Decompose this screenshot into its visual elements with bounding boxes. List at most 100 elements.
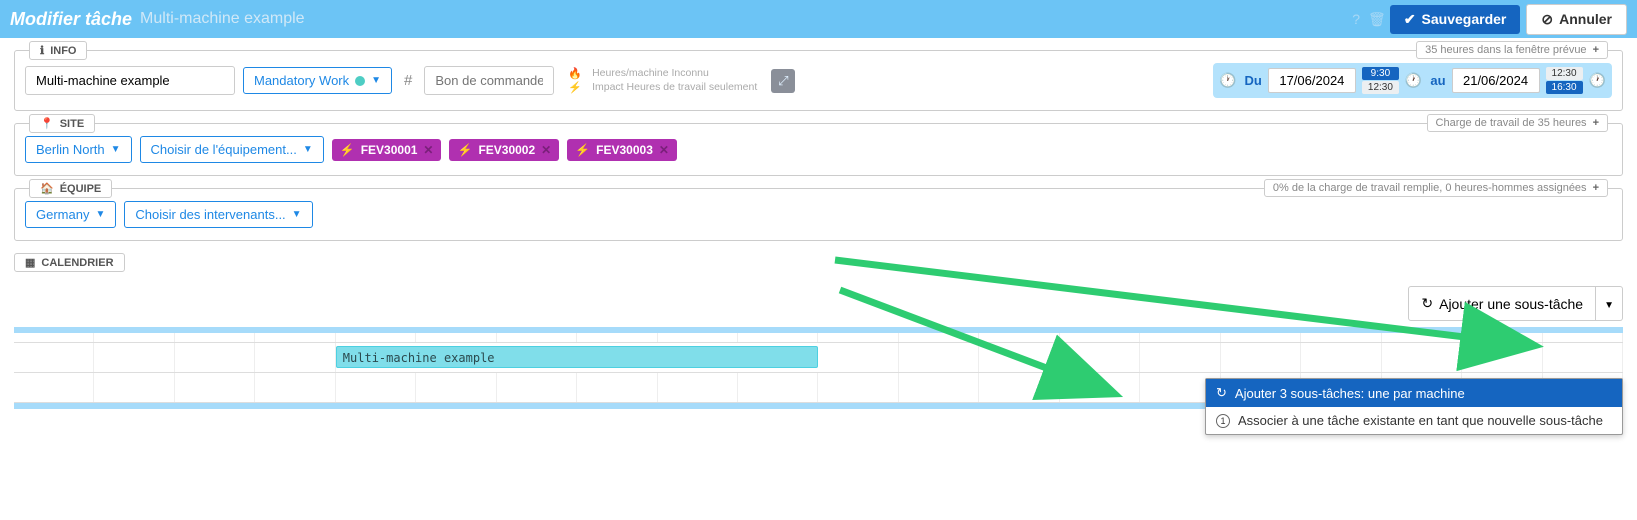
- location-label: Berlin North: [36, 142, 105, 157]
- equipment-tag[interactable]: ⚡ FEV30002 ✕: [449, 139, 559, 161]
- plus-icon[interactable]: +: [1593, 182, 1599, 194]
- impact-value: Heures de travail seulement: [627, 81, 758, 93]
- workers-select[interactable]: Choisir des intervenants... ▼: [124, 201, 312, 228]
- info-label-text: INFO: [50, 45, 76, 57]
- gantt-task-row[interactable]: Multi-machine example: [14, 343, 1623, 373]
- site-panel-label: 📍 SITE: [29, 114, 95, 133]
- bolt-icon: ⚡: [340, 143, 355, 157]
- caret-down-icon: ▼: [1604, 300, 1614, 311]
- hash-icon: #: [404, 72, 412, 89]
- plus-icon[interactable]: +: [1593, 44, 1599, 56]
- caret-down-icon: ▼: [111, 144, 121, 155]
- dropdown-item-link-existing[interactable]: 1 Associer à une tâche existante en tant…: [1206, 407, 1622, 434]
- workers-label: Choisir des intervenants...: [135, 207, 285, 222]
- team-right-text: 0% de la charge de travail remplie, 0 he…: [1273, 182, 1587, 194]
- hours-value: Inconnu: [671, 67, 708, 79]
- clock-icon: 🕐: [1405, 72, 1422, 89]
- remove-tag-icon[interactable]: ✕: [423, 143, 433, 157]
- date-to-input[interactable]: [1452, 68, 1540, 93]
- tag-label: FEV30002: [478, 143, 535, 157]
- remove-tag-icon[interactable]: ✕: [541, 143, 551, 157]
- team-panel: 🏠 ÉQUIPE 0% de la charge de travail remp…: [14, 188, 1623, 241]
- category-label: Mandatory Work: [254, 73, 349, 88]
- equipment-tag[interactable]: ⚡ FEV30001 ✕: [332, 139, 442, 161]
- date-from-label: Du: [1245, 73, 1262, 88]
- subtask-dropdown-menu: ↻ Ajouter 3 sous-tâches: une par machine…: [1205, 378, 1623, 435]
- home-icon: 🏠: [40, 182, 54, 195]
- remove-tag-icon[interactable]: ✕: [659, 143, 669, 157]
- cancel-icon: ⊘: [1541, 11, 1553, 28]
- clock-icon: 🕐: [1589, 72, 1606, 89]
- calendar-label: ▦ CALENDRIER: [14, 253, 125, 272]
- date-to-time1[interactable]: 12:30: [1546, 67, 1583, 80]
- team-label-text: ÉQUIPE: [60, 183, 102, 195]
- bolt-icon: ⚡: [457, 143, 472, 157]
- caret-down-icon: ▼: [303, 144, 313, 155]
- country-label: Germany: [36, 207, 89, 222]
- bolt-icon: ⚡: [575, 143, 590, 157]
- caret-down-icon: ▼: [95, 209, 105, 220]
- task-name-input[interactable]: [25, 66, 235, 95]
- link-icon: 1: [1216, 414, 1230, 428]
- calendar-icon: ▦: [25, 256, 35, 269]
- date-to-label: au: [1430, 73, 1445, 88]
- check-icon: ✔: [1404, 11, 1416, 28]
- plus-icon[interactable]: +: [1593, 117, 1599, 129]
- date-from-input[interactable]: [1268, 68, 1356, 93]
- equipment-label: Choisir de l'équipement...: [151, 142, 297, 157]
- clock-back-icon: ↻: [1421, 295, 1433, 312]
- impact-label: Impact: [592, 81, 624, 93]
- help-icon[interactable]: ?: [1352, 11, 1360, 27]
- team-right-label: 0% de la charge de travail remplie, 0 he…: [1264, 179, 1608, 197]
- caret-down-icon: ▼: [371, 75, 381, 86]
- dropdown-item-label: Associer à une tâche existante en tant q…: [1238, 413, 1603, 428]
- gantt-task-bar[interactable]: Multi-machine example: [336, 346, 819, 368]
- date-from-time1[interactable]: 9:30: [1362, 67, 1399, 80]
- site-right-text: Charge de travail de 35 heures: [1436, 117, 1587, 129]
- date-to-time2[interactable]: 16:30: [1546, 81, 1583, 94]
- info-panel-label: ℹ INFO: [29, 41, 87, 60]
- order-input[interactable]: [424, 66, 554, 95]
- country-select[interactable]: Germany ▼: [25, 201, 116, 228]
- info-panel: ℹ INFO 35 heures dans la fenêtre prévue …: [14, 50, 1623, 111]
- caret-down-icon: ▼: [292, 209, 302, 220]
- equipment-select[interactable]: Choisir de l'équipement... ▼: [140, 136, 324, 163]
- dropdown-item-add-per-machine[interactable]: ↻ Ajouter 3 sous-tâches: une par machine: [1206, 379, 1622, 407]
- clock-icon: 🕐: [1219, 72, 1236, 89]
- location-select[interactable]: Berlin North ▼: [25, 136, 132, 163]
- clock-back-icon: ↻: [1216, 385, 1227, 401]
- tag-label: FEV30001: [361, 143, 418, 157]
- category-select[interactable]: Mandatory Work ▼: [243, 67, 392, 94]
- hours-label: Heures/machine: [592, 67, 668, 79]
- date-range-block: 🕐 Du 9:30 12:30 🕐 au 12:30 16:30 🕐: [1213, 63, 1612, 98]
- flame-icon: 🔥: [568, 67, 582, 80]
- add-subtask-label: Ajouter une sous-tâche: [1439, 296, 1583, 312]
- page-title: Modifier tâche: [10, 9, 132, 30]
- site-right-label: Charge de travail de 35 heures +: [1427, 114, 1608, 132]
- info-icon: ℹ: [40, 44, 44, 57]
- gantt-header: [14, 333, 1623, 343]
- cancel-button-label: Annuler: [1559, 11, 1612, 27]
- info-meta: Heures/machine Inconnu Impact Heures de …: [592, 67, 757, 94]
- pin-icon: 📍: [40, 117, 54, 130]
- add-subtask-button[interactable]: ↻ Ajouter une sous-tâche: [1408, 286, 1596, 321]
- equipment-tag[interactable]: ⚡ FEV30003 ✕: [567, 139, 677, 161]
- site-label-text: SITE: [60, 118, 84, 130]
- info-right-label: 35 heures dans la fenêtre prévue +: [1416, 41, 1608, 59]
- info-right-text: 35 heures dans la fenêtre prévue: [1425, 44, 1586, 56]
- expand-icon[interactable]: ⤢: [771, 69, 795, 93]
- save-button-label: Sauvegarder: [1422, 11, 1507, 27]
- bolt-icon: ⚡: [568, 81, 582, 94]
- category-dot-icon: [355, 76, 365, 86]
- page-subtitle: Multi-machine example: [140, 10, 305, 28]
- calendar-label-text: CALENDRIER: [41, 257, 113, 269]
- tag-label: FEV30003: [596, 143, 653, 157]
- team-panel-label: 🏠 ÉQUIPE: [29, 179, 112, 198]
- save-button[interactable]: ✔ Sauvegarder: [1390, 5, 1521, 34]
- cancel-button[interactable]: ⊘ Annuler: [1526, 4, 1627, 35]
- delete-icon[interactable]: 🗑: [1368, 11, 1386, 28]
- add-subtask-dropdown-toggle[interactable]: ▼: [1596, 286, 1623, 321]
- date-from-time2[interactable]: 12:30: [1362, 81, 1399, 94]
- site-panel: 📍 SITE Charge de travail de 35 heures + …: [14, 123, 1623, 176]
- flame-bolt-icons: 🔥 ⚡: [568, 67, 582, 94]
